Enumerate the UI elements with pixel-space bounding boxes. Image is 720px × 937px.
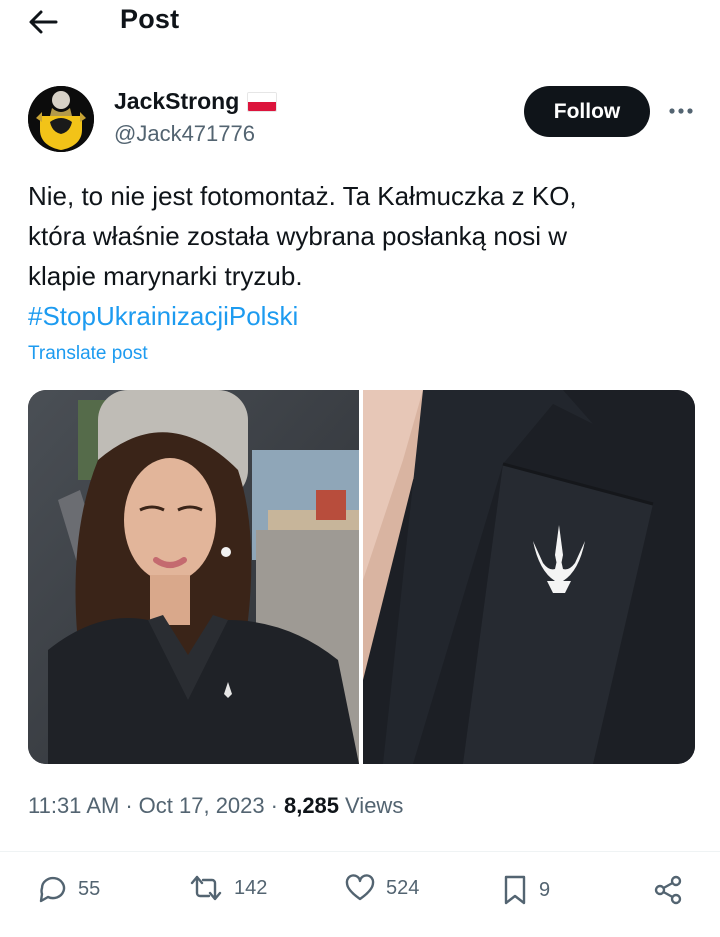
post-meta: 11:31 AM · Oct 17, 2023 · 8,285 Views	[28, 793, 403, 819]
hashtag-link[interactable]: #StopUkrainizacjiPolski	[28, 296, 692, 336]
reply-button[interactable]: 55	[36, 874, 100, 904]
translate-post-link[interactable]: Translate post	[28, 343, 148, 365]
heart-icon	[345, 874, 375, 901]
views-label: Views	[345, 793, 404, 818]
like-button[interactable]: 524	[344, 874, 419, 902]
meta-separator: ·	[125, 793, 133, 818]
repost-button[interactable]: 142	[188, 874, 267, 902]
bookmark-icon	[504, 875, 526, 905]
share-button[interactable]	[652, 874, 684, 906]
media-photo-woman-in-car[interactable]	[28, 390, 359, 764]
follow-button[interactable]: Follow	[524, 86, 650, 137]
post-date[interactable]: Oct 17, 2023	[139, 793, 265, 819]
action-bar: 55 142 524 9	[0, 866, 720, 922]
post-media	[28, 390, 695, 764]
woman-in-car-image	[28, 390, 359, 764]
lapel-pin-closeup-image	[363, 390, 695, 764]
post-text-line: Nie, to nie jest fotomontaż. Ta Kałmuczk…	[28, 181, 577, 211]
views-count: 8,285	[283, 793, 340, 818]
poland-flag-icon	[247, 91, 278, 112]
bookmark-button[interactable]: 9	[501, 874, 550, 906]
top-bar: Post	[0, 0, 720, 46]
post-time[interactable]: 11:31 AM	[28, 793, 119, 819]
meta-separator: ·	[270, 793, 278, 818]
back-button[interactable]	[26, 8, 60, 36]
repost-icon	[190, 875, 222, 901]
media-photo-lapel-pin[interactable]	[363, 390, 695, 764]
author-name[interactable]: JackStrong	[114, 88, 278, 115]
display-name-text: JackStrong	[114, 88, 240, 114]
reply-icon	[39, 876, 66, 903]
post-text: Nie, to nie jest fotomontaż. Ta Kałmuczk…	[28, 176, 692, 336]
divider	[0, 851, 720, 852]
post-text-line: klapie marynarki tryzub.	[28, 261, 303, 291]
more-button[interactable]	[664, 96, 698, 126]
page-title: Post	[120, 4, 180, 34]
post-text-line: która właśnie została wybrana posłanką n…	[28, 221, 568, 251]
more-icon	[669, 108, 693, 114]
author-handle[interactable]: @Jack471776	[114, 121, 255, 147]
avatar-crest-image	[28, 86, 94, 152]
arrow-left-icon	[29, 10, 58, 34]
reply-count: 55	[78, 877, 101, 900]
avatar[interactable]	[28, 86, 94, 152]
share-icon	[654, 875, 682, 905]
like-count: 524	[386, 876, 420, 899]
repost-count: 142	[234, 876, 268, 899]
bookmark-count: 9	[539, 878, 551, 901]
